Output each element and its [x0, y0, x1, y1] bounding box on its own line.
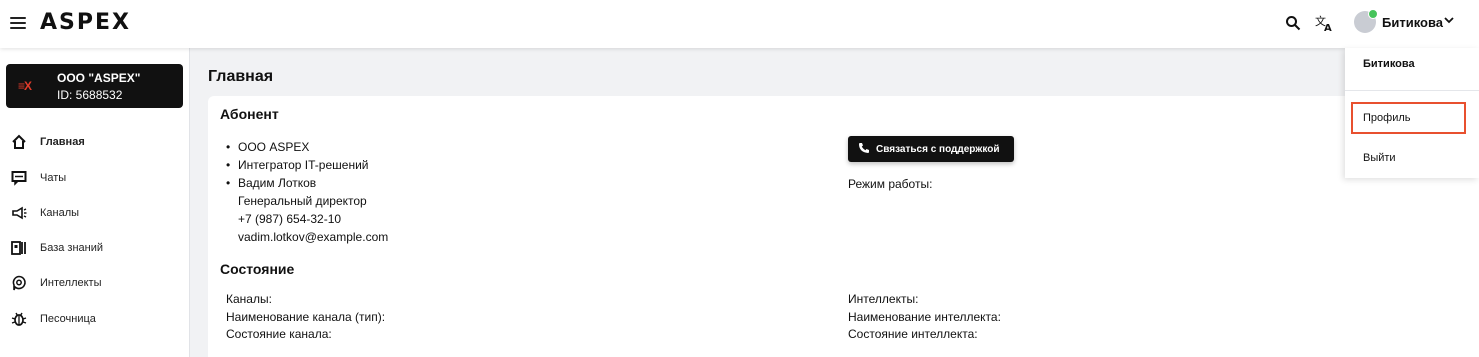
chat-icon	[10, 170, 28, 186]
hamburger-menu-icon[interactable]	[10, 14, 26, 32]
sidebar-item-intellects[interactable]: Интеллекты	[0, 269, 189, 297]
search-icon[interactable]	[1282, 12, 1304, 34]
sidebar-item-home[interactable]: Главная	[0, 128, 189, 156]
app-logo: ASPEX	[40, 10, 131, 35]
organization-card[interactable]: ≡X ООО "ASPEX" ID: 5688532	[6, 64, 183, 108]
contact-support-button[interactable]: Связаться с поддержкой	[848, 136, 1014, 162]
contact-name: Вадим Лотков	[226, 174, 388, 192]
contact-email: vadim.lotkov@example.com	[238, 230, 389, 244]
sidebar-item-label: Главная	[40, 136, 85, 148]
work-mode-label: Режим работы:	[848, 177, 933, 191]
channel-state-label: Состояние канала:	[226, 327, 332, 341]
sidebar-item-label: Интеллекты	[40, 277, 102, 289]
chevron-down-icon[interactable]	[1443, 15, 1455, 28]
org-name: ООО "ASPEX"	[57, 71, 141, 85]
status-section-title: Состояние	[220, 261, 295, 277]
user-dropdown-menu: Битикова Профиль Выйти	[1345, 48, 1479, 178]
page-title: Главная	[208, 68, 274, 85]
sidebar: ≡X ООО "ASPEX" ID: 5688532 Главная Чаты …	[0, 48, 190, 357]
megaphone-icon	[10, 205, 28, 221]
user-avatar[interactable]	[1354, 9, 1378, 33]
sidebar-item-label: База знаний	[40, 242, 104, 254]
sidebar-item-label: Каналы	[40, 207, 80, 219]
sidebar-item-knowledge-base[interactable]: База знаний	[0, 234, 189, 262]
contact-role: Генеральный директор	[238, 194, 367, 208]
channel-name-label: Наименование канала (тип):	[226, 310, 386, 324]
intellect-state-label: Состояние интеллекта:	[848, 327, 978, 341]
top-bar: ASPEX 文A Битикова	[0, 0, 1479, 48]
channels-label: Каналы:	[226, 292, 272, 306]
contact-support-label: Связаться с поддержкой	[876, 143, 1000, 155]
org-id: ID: 5688532	[57, 88, 123, 102]
phone-call-icon	[858, 142, 870, 157]
sidebar-item-label: Чаты	[40, 172, 67, 184]
bug-icon	[10, 311, 28, 327]
logout-menu-item[interactable]: Выйти	[1351, 142, 1466, 174]
company-type: Интегратор IT-решений	[226, 156, 388, 174]
sidebar-item-label: Песочница	[40, 313, 96, 325]
knowledge-base-icon	[10, 240, 28, 256]
user-name[interactable]: Битикова	[1382, 15, 1443, 30]
contact-phone: +7 (987) 654-32-10	[238, 212, 342, 226]
profile-menu-item[interactable]: Профиль	[1351, 102, 1466, 134]
svg-text:A: A	[1324, 23, 1332, 32]
company-name: ООО ASPEX	[226, 138, 388, 156]
intellects-label: Интеллекты:	[848, 292, 919, 306]
subscriber-section-title: Абонент	[220, 106, 279, 122]
brain-icon	[10, 275, 28, 291]
sidebar-item-sandbox[interactable]: Песочница	[0, 305, 189, 333]
dropdown-divider	[1345, 90, 1479, 91]
sidebar-item-channels[interactable]: Каналы	[0, 199, 189, 227]
intellect-name-label: Наименование интеллекта:	[848, 310, 1001, 324]
sidebar-item-chats[interactable]: Чаты	[0, 164, 189, 192]
subscriber-details: ООО ASPEX Интегратор IT-решений Вадим Ло…	[226, 138, 388, 246]
dropdown-user-name: Битикова	[1363, 58, 1415, 70]
main-panel	[208, 96, 1479, 357]
org-logo-icon: ≡X	[18, 79, 32, 93]
translate-icon[interactable]: 文A	[1314, 12, 1336, 34]
home-icon	[10, 134, 28, 150]
